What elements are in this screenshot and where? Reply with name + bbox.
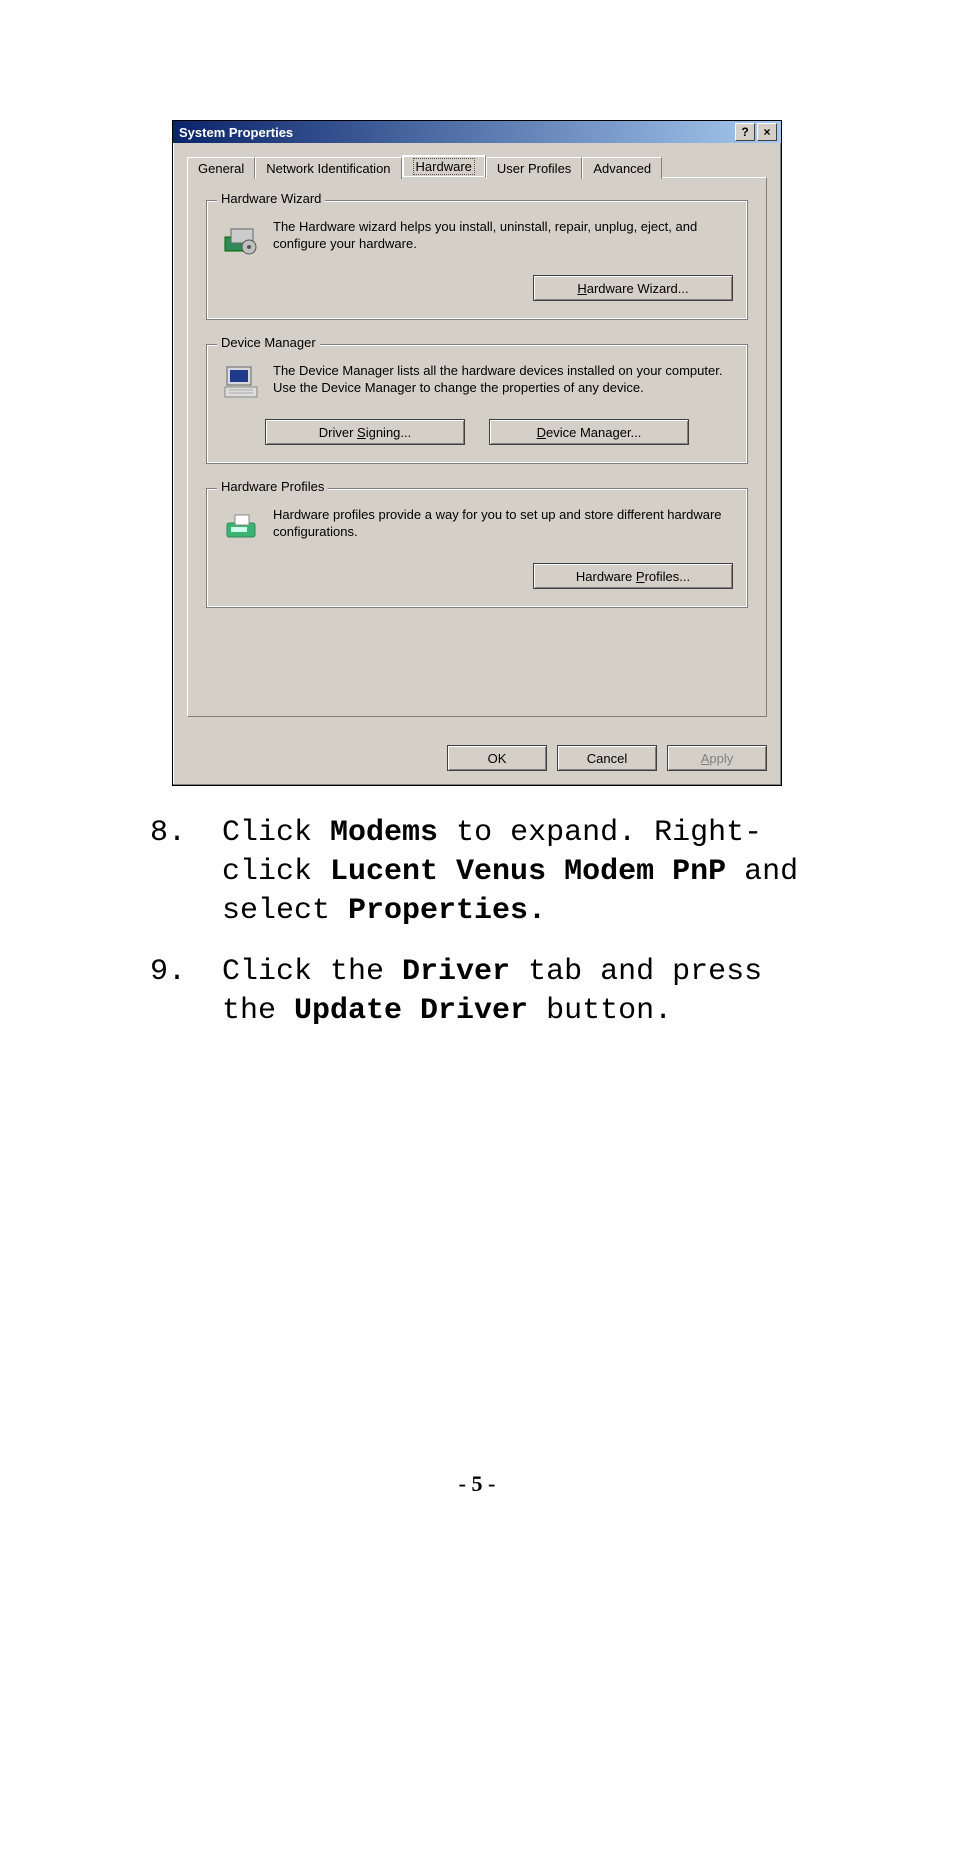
tab-hardware[interactable]: Hardware <box>402 155 486 178</box>
hardware-profiles-group: Hardware Profiles Hardware profiles prov… <box>206 488 748 608</box>
hardware-wizard-button[interactable]: Hardware Wizard... <box>533 275 733 301</box>
group-legend: Hardware Wizard <box>217 191 325 206</box>
tab-user-profiles[interactable]: User Profiles <box>486 157 582 179</box>
tab-advanced[interactable]: Advanced <box>582 157 662 179</box>
tabstrip: General Network Identification Hardware … <box>187 155 767 178</box>
apply-button[interactable]: Apply <box>667 745 767 771</box>
window-title: System Properties <box>177 125 733 140</box>
group-text: The Device Manager lists all the hardwar… <box>273 363 733 397</box>
instructions: Click Modems to expand. Right-click Luce… <box>90 814 864 1031</box>
close-icon: × <box>763 125 770 139</box>
system-properties-dialog: System Properties ? × General Network Id… <box>172 120 782 786</box>
computer-icon <box>221 363 261 403</box>
driver-signing-button[interactable]: Driver Signing... <box>265 419 465 445</box>
tab-network-identification[interactable]: Network Identification <box>255 157 401 179</box>
titlebar: System Properties ? × <box>173 121 781 143</box>
hardware-wizard-group: Hardware Wizard The Hardware wizard help… <box>206 200 748 320</box>
group-legend: Hardware Profiles <box>217 479 328 494</box>
group-text: The Hardware wizard helps you install, u… <box>273 219 733 253</box>
device-manager-group: Device Manager The Device Manager lists … <box>206 344 748 464</box>
hardware-wizard-icon <box>221 219 261 259</box>
hardware-panel: Hardware Wizard The Hardware wizard help… <box>187 177 767 717</box>
group-text: Hardware profiles provide a way for you … <box>273 507 733 541</box>
profiles-icon <box>221 507 261 547</box>
page-number: - 5 - <box>90 1471 864 1497</box>
dialog-footer: OK Cancel Apply <box>173 731 781 785</box>
tab-general[interactable]: General <box>187 157 255 179</box>
device-manager-button[interactable]: Device Manager... <box>489 419 689 445</box>
step-8: Click Modems to expand. Right-click Luce… <box>150 814 824 931</box>
cancel-button[interactable]: Cancel <box>557 745 657 771</box>
step-9: Click the Driver tab and press the Updat… <box>150 953 824 1031</box>
close-button[interactable]: × <box>757 123 777 141</box>
hardware-profiles-button[interactable]: Hardware Profiles... <box>533 563 733 589</box>
group-legend: Device Manager <box>217 335 320 350</box>
help-button[interactable]: ? <box>735 123 755 141</box>
ok-button[interactable]: OK <box>447 745 547 771</box>
help-icon: ? <box>741 125 748 139</box>
